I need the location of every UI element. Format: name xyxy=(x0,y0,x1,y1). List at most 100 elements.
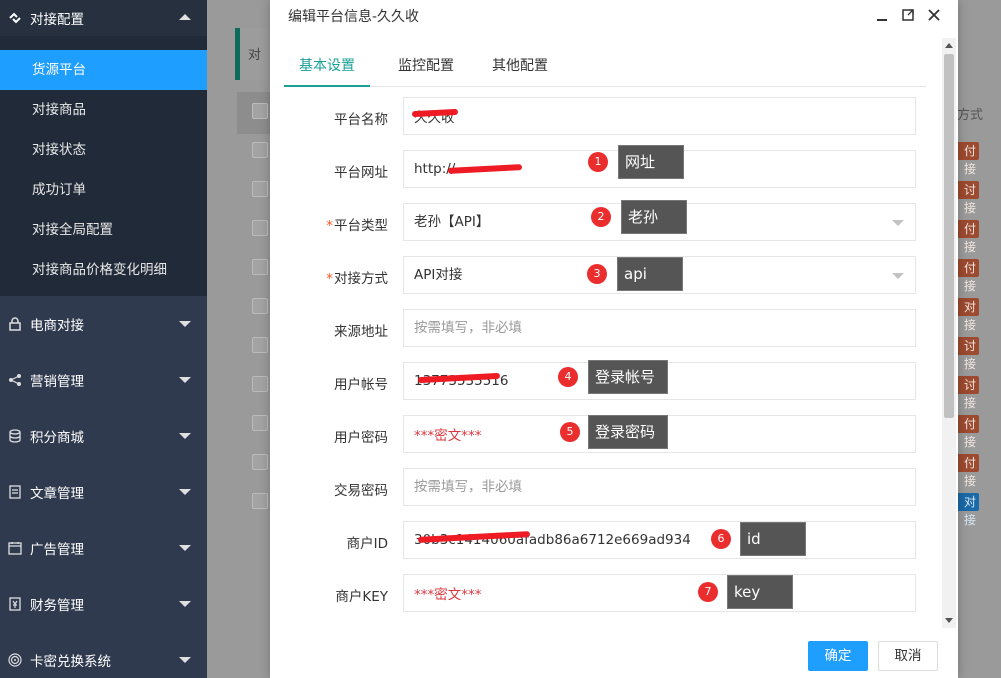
status-badge: 付接 xyxy=(955,259,979,293)
minimize-icon[interactable] xyxy=(872,5,892,25)
sidebar-item-global-config[interactable]: 对接全局配置 xyxy=(0,210,207,250)
form-row-platform-type: *平台类型 老孙【API】 2 老孙 xyxy=(270,200,942,242)
sidebar-group-label: 广告管理 xyxy=(30,542,84,558)
source-address-input[interactable] xyxy=(403,309,916,347)
tab-other-config[interactable]: 其他配置 xyxy=(478,48,562,87)
field-label: *对接方式 xyxy=(326,267,388,287)
scroll-up-icon[interactable] xyxy=(945,43,953,48)
close-icon[interactable] xyxy=(924,5,944,25)
database-icon xyxy=(8,429,22,443)
annotation-badge: 3 xyxy=(587,264,607,284)
scroll-down-icon[interactable] xyxy=(945,618,953,623)
status-badge: 付接 xyxy=(955,220,979,254)
sidebar-item-docking-status[interactable]: 对接状态 xyxy=(0,130,207,170)
annotation-badge: 5 xyxy=(560,422,580,442)
maximize-icon[interactable] xyxy=(898,5,918,25)
row-checkbox[interactable] xyxy=(252,298,268,314)
sidebar-group-ecommerce[interactable]: 电商对接 xyxy=(0,296,207,352)
row-checkbox[interactable] xyxy=(252,142,268,158)
dialog-tabs: 基本设置 监控配置 其他配置 xyxy=(284,48,926,87)
sidebar-group-label: 文章管理 xyxy=(30,486,84,502)
merchant-key-input[interactable] xyxy=(403,574,916,612)
form-row-merchant-id: 商户ID 6 id xyxy=(270,520,942,560)
row-checkbox[interactable] xyxy=(252,337,268,353)
row-checkbox[interactable] xyxy=(252,181,268,197)
field-label: 商户KEY xyxy=(335,589,388,605)
sidebar-group-articles[interactable]: 文章管理 xyxy=(0,464,207,520)
status-badge: 对接 xyxy=(955,298,979,332)
chevron-down-icon xyxy=(892,220,904,226)
form-scrollbar[interactable] xyxy=(942,38,956,628)
status-badge: 付接 xyxy=(955,454,979,488)
status-badge: 对接 xyxy=(955,493,979,527)
sidebar-item-supply-platform[interactable]: 货源平台 xyxy=(0,50,207,90)
sidebar-group-label: 积分商城 xyxy=(30,430,84,446)
sidebar-item-success-orders[interactable]: 成功订单 xyxy=(0,170,207,210)
status-badge: 付接 xyxy=(955,415,979,449)
chevron-up-icon xyxy=(179,14,191,20)
form-row-connect-method: *对接方式 API对接 3 api xyxy=(270,255,942,295)
chevron-down-icon xyxy=(179,657,191,663)
form-row-user-password: 用户密码 5 登录密码 xyxy=(270,414,942,454)
link-icon xyxy=(8,11,22,25)
row-checkbox[interactable] xyxy=(252,376,268,392)
form-row-user-account: 用户帐号 4 登录帐号 xyxy=(270,360,942,401)
form-row-platform-url: 平台网址 1 网址 xyxy=(270,145,942,189)
annotation-label: id xyxy=(740,522,806,556)
annotation-label: 登录密码 xyxy=(588,415,668,449)
wallet-icon xyxy=(8,597,22,611)
sidebar: 对接配置 货源平台 对接商品 对接状态 成功订单 对接全局配置 对接商品价格变化… xyxy=(0,0,207,678)
chevron-down-icon xyxy=(179,321,191,327)
sidebar-group-marketing[interactable]: 营销管理 xyxy=(0,352,207,408)
sidebar-item-price-change-detail[interactable]: 对接商品价格变化明细 xyxy=(0,250,207,290)
document-icon xyxy=(8,485,22,499)
tab-monitor-config[interactable]: 监控配置 xyxy=(384,48,468,87)
chevron-down-icon xyxy=(179,601,191,607)
sidebar-group-ads[interactable]: 广告管理 xyxy=(0,520,207,576)
annotation-label: 老孙 xyxy=(621,200,687,234)
field-label: 用户密码 xyxy=(334,430,388,446)
annotation-badge: 4 xyxy=(558,367,578,387)
field-label: 来源地址 xyxy=(334,324,388,340)
chevron-down-icon xyxy=(892,273,904,279)
scrollbar-thumb[interactable] xyxy=(944,54,954,418)
form-row-trade-password: 交易密码 xyxy=(270,467,942,507)
row-checkbox[interactable] xyxy=(252,220,268,236)
field-label: 用户帐号 xyxy=(334,377,388,393)
row-checkbox[interactable] xyxy=(252,415,268,431)
dialog-header: 编辑平台信息-久久收 xyxy=(270,0,958,30)
cancel-button[interactable]: 取消 xyxy=(878,641,938,671)
annotation-label: api xyxy=(617,257,683,291)
field-label: 平台名称 xyxy=(334,112,388,128)
status-badge: 讨接 xyxy=(955,337,979,371)
merchant-id-input[interactable] xyxy=(403,521,916,559)
dialog-title: 编辑平台信息-久久收 xyxy=(288,9,420,25)
required-mark: * xyxy=(326,271,333,287)
confirm-button[interactable]: 确定 xyxy=(808,641,868,671)
sidebar-group-card-exchange[interactable]: 卡密兑换系统 xyxy=(0,632,207,678)
sidebar-group-docking-config[interactable]: 对接配置 xyxy=(0,0,207,36)
sidebar-group-finance[interactable]: 财务管理 xyxy=(0,576,207,632)
row-checkbox[interactable] xyxy=(252,454,268,470)
required-mark: * xyxy=(326,218,333,234)
status-badge: 付接 xyxy=(955,142,979,176)
form-row-platform-name: 平台名称 xyxy=(270,96,942,136)
field-label: 平台网址 xyxy=(334,165,388,181)
form-row-merchant-key: 商户KEY 7 key xyxy=(270,573,942,613)
sidebar-group-label: 对接配置 xyxy=(30,12,84,28)
row-checkbox[interactable] xyxy=(252,493,268,509)
trade-password-input[interactable] xyxy=(403,468,916,506)
sidebar-group-points-mall[interactable]: 积分商城 xyxy=(0,408,207,464)
platform-name-input[interactable] xyxy=(403,97,916,135)
sidebar-group-label: 营销管理 xyxy=(30,374,84,390)
tab-basic-settings[interactable]: 基本设置 xyxy=(284,48,370,87)
sidebar-item-docking-products[interactable]: 对接商品 xyxy=(0,90,207,130)
status-badge: 讨接 xyxy=(955,181,979,215)
edit-platform-dialog: 编辑平台信息-久久收 基本设置 监控配置 其他配置 平台名称 平台网址 1 网址 xyxy=(270,0,958,678)
annotation-badge: 7 xyxy=(698,582,718,602)
sidebar-group-label: 财务管理 xyxy=(30,598,84,614)
select-all-checkbox[interactable] xyxy=(252,103,268,119)
row-checkbox[interactable] xyxy=(252,259,268,275)
annotation-badge: 2 xyxy=(591,207,611,227)
chevron-down-icon xyxy=(179,377,191,383)
